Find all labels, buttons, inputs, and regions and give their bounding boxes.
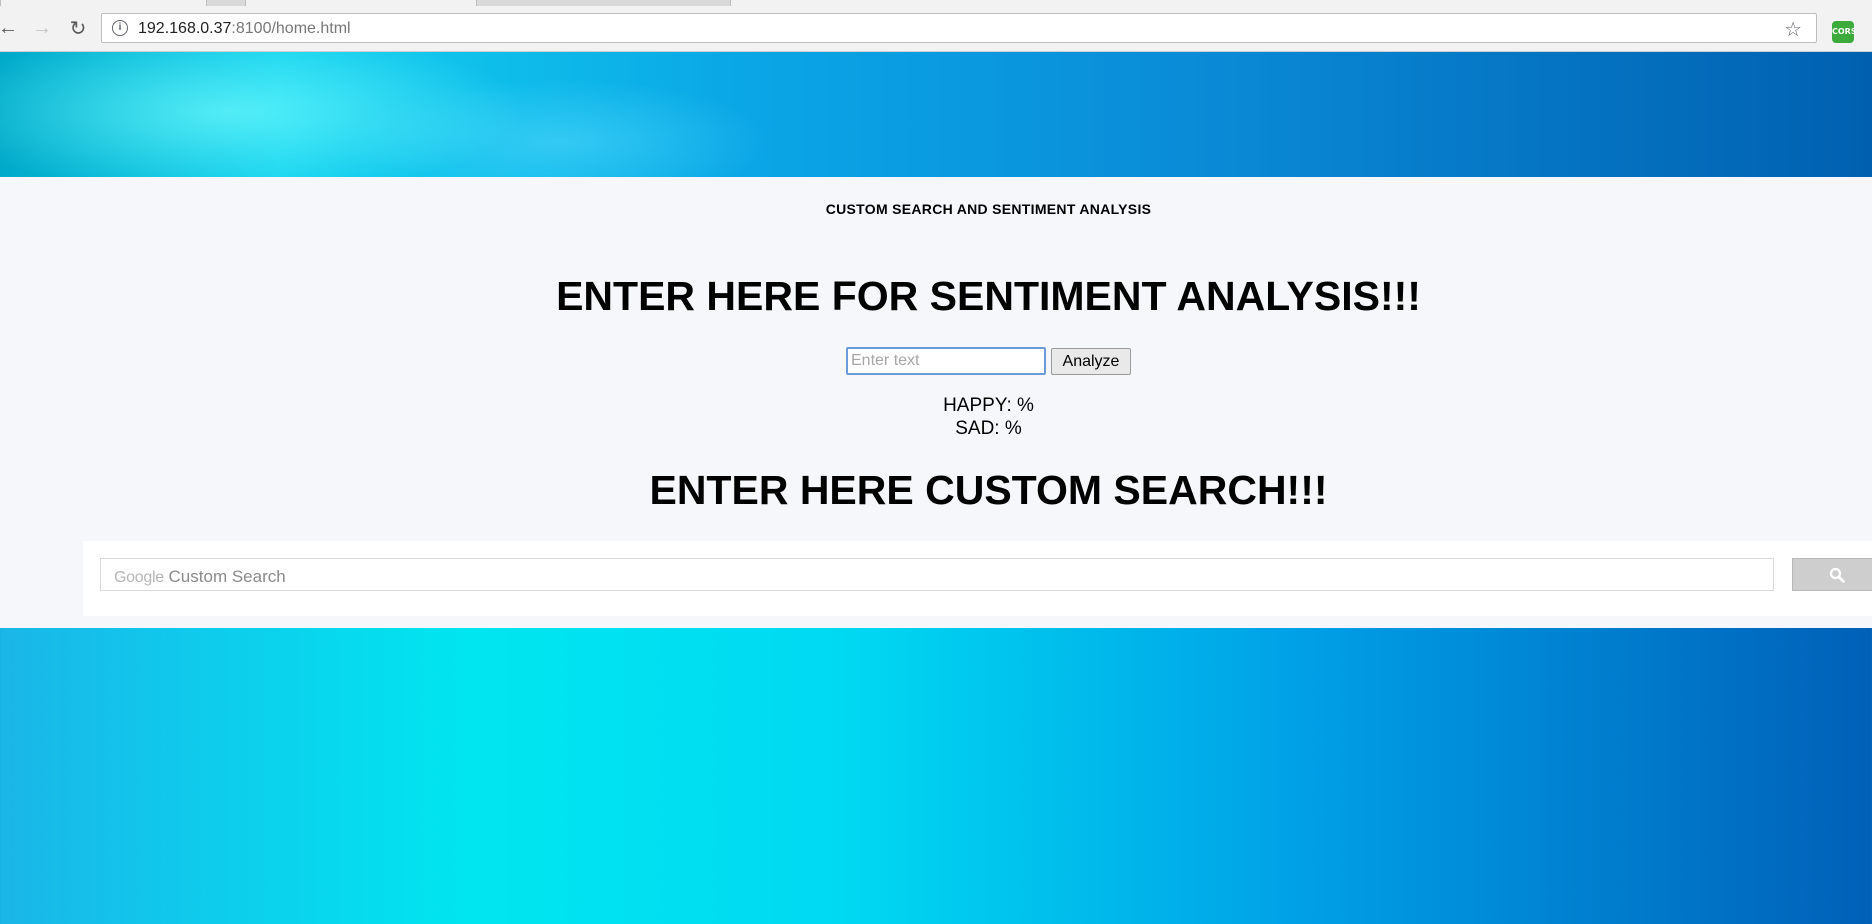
custom-search-box: Google Custom Search <box>83 541 1872 616</box>
browser-toolbar: ← → ↻ i 192.168.0.37:8100/home.html ☆ CO… <box>0 6 1872 52</box>
url-text: 192.168.0.37:8100/home.html <box>138 20 351 38</box>
sentiment-heading: ENTER HERE FOR SENTIMENT ANALYSIS!!! <box>556 273 1421 319</box>
forward-arrow-icon[interactable]: → <box>28 14 56 42</box>
custom-search-button[interactable] <box>1792 558 1872 591</box>
happy-result: HAPPY: % <box>943 395 1034 416</box>
custom-search-placeholder: Google Custom Search <box>114 567 286 587</box>
custom-search-heading: ENTER HERE CUSTOM SEARCH!!! <box>649 467 1328 513</box>
url-host: 192.168.0.37 <box>138 20 232 37</box>
url-path: :8100/home.html <box>231 20 351 37</box>
main-content: CUSTOM SEARCH AND SENTIMENT ANALYSIS ENT… <box>0 177 1872 628</box>
reload-icon[interactable]: ↻ <box>64 14 92 42</box>
analyze-button[interactable]: Analyze <box>1051 348 1131 375</box>
sad-result: SAD: % <box>955 418 1022 439</box>
star-icon[interactable]: ☆ <box>1784 17 1802 42</box>
address-bar[interactable]: i 192.168.0.37:8100/home.html ☆ <box>101 13 1817 43</box>
header-banner-image <box>0 52 1872 177</box>
site-title: CUSTOM SEARCH AND SENTIMENT ANALYSIS <box>825 201 1152 217</box>
google-watermark: Google <box>114 569 164 586</box>
custom-search-input[interactable]: Google Custom Search <box>100 558 1774 591</box>
sentiment-text-input[interactable] <box>846 347 1046 375</box>
back-arrow-icon[interactable]: ← <box>0 14 22 42</box>
custom-search-placeholder-text: Custom Search <box>168 567 286 586</box>
info-icon[interactable]: i <box>112 20 128 36</box>
cors-extension-icon[interactable]: CORS <box>1832 21 1857 43</box>
search-icon <box>1829 567 1845 583</box>
